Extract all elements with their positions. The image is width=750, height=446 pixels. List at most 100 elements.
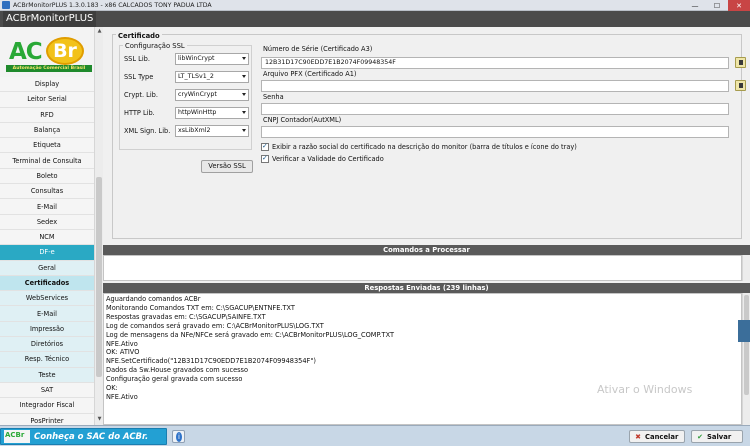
ssl-lib-select[interactable]: libWinCrypt (175, 53, 249, 65)
chevron-down-icon (242, 93, 246, 96)
sidebar-item-rfd[interactable]: RFD (0, 107, 94, 123)
activation-watermark: Ativar o Windows (597, 383, 693, 396)
minimize-button[interactable]: — (684, 0, 706, 11)
sidebar-scrollbar[interactable]: ▲ ▼ (94, 27, 103, 425)
sidebar-item-leitor-serial[interactable]: Leitor Serial (0, 92, 94, 108)
crypt-lib-select[interactable]: cryWinCrypt (175, 89, 249, 101)
window-title-bar: ACBrMonitorPLUS 1.3.0.183 - x86 CALCADOS… (0, 0, 750, 11)
sidebar-scroll-thumb[interactable] (96, 177, 102, 377)
respostas-scroll-thumb[interactable] (744, 295, 749, 395)
sidebar-subitem-email[interactable]: E-Mail (0, 306, 94, 322)
log-line: Dados da Sw.House gravados com sucesso (106, 366, 249, 375)
cancel-button[interactable]: ✖ Cancelar (629, 430, 685, 443)
exibir-razao-checkbox[interactable] (261, 142, 269, 151)
ssl-lib-row: SSL Lib. libWinCrypt (124, 53, 251, 65)
http-lib-value: httpWinHttp (178, 109, 217, 116)
numero-serie-label: Número de Série (Certificado A3) (263, 45, 373, 53)
acbr-logo: AC Br Automação Comercial Brasil (6, 37, 92, 73)
logo-area: AC Br Automação Comercial Brasil (0, 27, 103, 77)
close-button[interactable]: ✕ (728, 0, 750, 11)
ssl-group-title: Configuração SSL (123, 42, 187, 50)
ssl-type-row: SSL Type LT_TLSv1_2 (124, 71, 251, 83)
chevron-down-icon (242, 111, 246, 114)
verificar-validade-label: Verificar a Validade do Certificado (272, 155, 384, 163)
ssl-config-group: Configuração SSL SSL Lib. libWinCrypt SS… (119, 42, 252, 150)
cnpj-contador-label: CNPJ Contador(AutXML) (263, 116, 342, 124)
sidebar-subitem-resp-tecnico[interactable]: Resp. Técnico (0, 352, 94, 368)
sac-banner[interactable]: Conheça o SAC do ACBr. (0, 428, 167, 445)
open-file-icon[interactable] (735, 80, 746, 91)
app-name: ACBrMonitorPLUS (3, 11, 97, 27)
comandos-scrollbar[interactable] (742, 255, 750, 281)
sidebar-subitem-impressao[interactable]: Impressão (0, 321, 94, 338)
verificar-validade-checkbox[interactable] (261, 154, 269, 163)
sidebar-item-sedex[interactable]: Sedex (0, 214, 94, 230)
cancel-button-label: Cancelar (645, 432, 679, 441)
scroll-up-icon[interactable]: ▲ (96, 28, 103, 36)
sidebar-menu: Display Leitor Serial RFD Balança Etique… (0, 77, 94, 429)
ssl-type-value: LT_TLSv1_2 (178, 73, 214, 80)
logo-br-text: Br (46, 37, 84, 65)
ssl-type-select[interactable]: LT_TLSv1_2 (175, 71, 249, 83)
arquivo-pfx-label: Arquivo PFX (Certificado A1) (263, 70, 357, 78)
xml-sign-row: XML Sign. Lib. xsLibXml2 (124, 125, 251, 137)
crypt-lib-value: cryWinCrypt (178, 91, 217, 98)
senha-input[interactable] (261, 103, 729, 115)
sidebar-subitem-diretorios[interactable]: Diretórios (0, 337, 94, 353)
sidebar-subitem-geral[interactable]: Geral (0, 260, 94, 276)
sidebar-item-boleto[interactable]: Boleto (0, 168, 94, 185)
bottom-bar: Conheça o SAC do ACBr. ✖ Cancelar ✔ Salv… (0, 425, 750, 446)
sidebar-item-sat[interactable]: SAT (0, 382, 94, 399)
side-tab[interactable] (738, 320, 750, 342)
crypt-lib-label: Crypt. Lib. (124, 91, 158, 99)
respostas-panel[interactable]: Aguardando comandos ACBr Monitorando Com… (103, 293, 742, 425)
arquivo-pfx-input[interactable] (261, 80, 729, 92)
logo-ac-text: AC (9, 39, 43, 65)
xml-sign-select[interactable]: xsLibXml2 (175, 125, 249, 137)
window-title: ACBrMonitorPLUS 1.3.0.183 - x86 CALCADOS… (13, 1, 212, 9)
exibir-razao-row[interactable]: Exibir a razão social do certificado na … (261, 142, 577, 152)
crypt-lib-row: Crypt. Lib. cryWinCrypt (124, 89, 251, 101)
cnpj-contador-input[interactable] (261, 126, 729, 138)
save-icon: ✔ (697, 432, 703, 441)
sidebar-subitem-webservices[interactable]: WebServices (0, 291, 94, 307)
save-button[interactable]: ✔ Salvar (691, 430, 743, 443)
http-lib-label: HTTP Lib. (124, 109, 155, 117)
numero-serie-input[interactable]: 12B31D17C90EDD7E1B2074F09948354F (261, 57, 729, 69)
sidebar-item-terminal-consulta[interactable]: Terminal de Consulta (0, 153, 94, 169)
certificado-group: Certificado Configuração SSL SSL Lib. li… (112, 32, 746, 239)
chevron-down-icon (242, 75, 246, 78)
sidebar-item-dfe[interactable]: DF-e (0, 245, 94, 261)
respostas-scrollbar[interactable] (742, 293, 750, 425)
sidebar-item-balanca[interactable]: Balança (0, 122, 94, 139)
cancel-icon: ✖ (635, 432, 641, 441)
log-line: Respostas gravadas em: C:\SGACUP\SAINFE.… (106, 312, 266, 321)
log-line: Monitorando Comandos TXT em: C:\SGACUP\E… (106, 303, 295, 312)
logo-tagline: Automação Comercial Brasil (6, 65, 92, 72)
sidebar-subitem-certificados[interactable]: Certificados (0, 275, 94, 292)
exibir-razao-label: Exibir a razão social do certificado na … (272, 143, 577, 151)
sidebar-item-consultas[interactable]: Consultas (0, 184, 94, 200)
respostas-panel-title: Respostas Enviadas (239 linhas) (103, 283, 750, 293)
verificar-validade-row[interactable]: Verificar a Validade do Certificado (261, 154, 384, 164)
senha-label: Senha (263, 93, 284, 101)
scroll-down-icon[interactable]: ▼ (96, 416, 103, 424)
sidebar-item-email[interactable]: E-Mail (0, 199, 94, 215)
http-lib-select[interactable]: httpWinHttp (175, 107, 249, 119)
xml-sign-value: xsLibXml2 (178, 127, 211, 134)
sac-banner-text: Conheça o SAC do ACBr. (34, 431, 149, 442)
info-icon[interactable] (172, 430, 185, 443)
sidebar-item-ncm[interactable]: NCM (0, 229, 94, 246)
log-line: OK: ATIVO (106, 348, 140, 357)
sidebar-subitem-teste[interactable]: Teste (0, 367, 94, 383)
sidebar-item-display[interactable]: Display (0, 77, 94, 93)
main-content: Certificado Configuração SSL SSL Lib. li… (103, 27, 750, 425)
maximize-button[interactable]: ☐ (706, 0, 728, 11)
app-header: ACBrMonitorPLUS (0, 11, 750, 27)
sidebar-item-integrador-fiscal[interactable]: Integrador Fiscal (0, 398, 94, 414)
search-certificate-icon[interactable] (735, 57, 746, 68)
versao-ssl-button[interactable]: Versão SSL (201, 160, 253, 173)
comandos-panel[interactable] (103, 255, 742, 281)
log-line: NFE.Ativo (106, 339, 138, 348)
sidebar-item-etiqueta[interactable]: Etiqueta (0, 138, 94, 154)
